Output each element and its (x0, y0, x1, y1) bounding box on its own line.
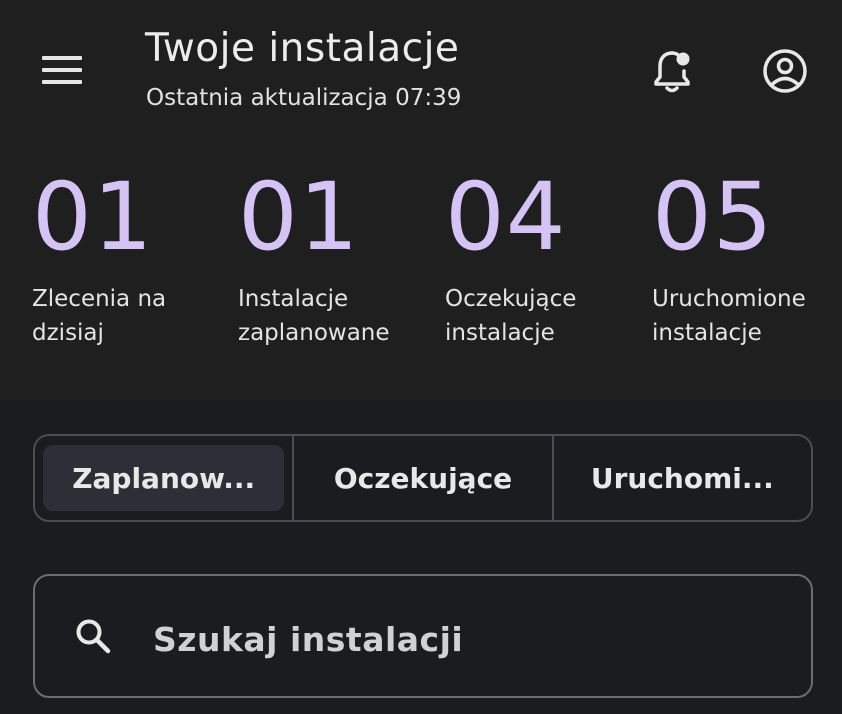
search-icon (76, 619, 111, 654)
stat-value: 04 (445, 163, 567, 272)
stat-label: Zlecenia na dzisiaj (32, 286, 167, 346)
notifications-button[interactable] (648, 47, 696, 95)
tab-label: Oczekujące (333, 461, 513, 495)
menu-icon-bar-top (42, 56, 82, 60)
account-circle-icon (763, 49, 807, 93)
stat-planned-installations: 01 Instalacje zaplanowane (238, 168, 428, 350)
menu-icon-bar-bottom (42, 80, 82, 84)
stat-value: 05 (652, 163, 774, 272)
stat-launched-installations: 05 Uruchomione instalacje (652, 168, 842, 350)
installation-status-tabs: Zaplanow... Oczekujące Uruchomi... (33, 434, 813, 522)
menu-button[interactable] (40, 54, 84, 86)
stat-label: Oczekujące instalacje (445, 286, 577, 346)
page-title: Twoje instalacje (145, 26, 460, 71)
app-header: Twoje instalacje Ostatnia aktualizacja 0… (0, 0, 842, 400)
stat-label: Instalacje zaplanowane (238, 286, 390, 346)
menu-icon-bar-middle (42, 68, 82, 72)
stat-value: 01 (238, 163, 360, 272)
notification-bell-icon (654, 51, 690, 93)
last-update-text: Ostatnia aktualizacja 07:39 (146, 85, 462, 111)
search-input[interactable]: Szukaj instalacji (33, 574, 813, 698)
stat-pending-installations: 04 Oczekujące instalacje (445, 168, 635, 350)
tab-pending[interactable]: Oczekujące (292, 436, 551, 520)
tab-launched[interactable]: Uruchomi... (551, 436, 811, 520)
search-placeholder: Szukaj instalacji (153, 620, 464, 659)
tab-planned[interactable]: Zaplanow... (35, 436, 292, 520)
tab-label: Zaplanow... (72, 461, 256, 495)
stat-value: 01 (32, 163, 154, 272)
stat-today-orders: 01 Zlecenia na dzisiaj (32, 168, 222, 350)
account-button[interactable] (760, 46, 810, 96)
stat-label: Uruchomione instalacje (652, 286, 806, 346)
tab-label: Uruchomi... (590, 461, 774, 495)
